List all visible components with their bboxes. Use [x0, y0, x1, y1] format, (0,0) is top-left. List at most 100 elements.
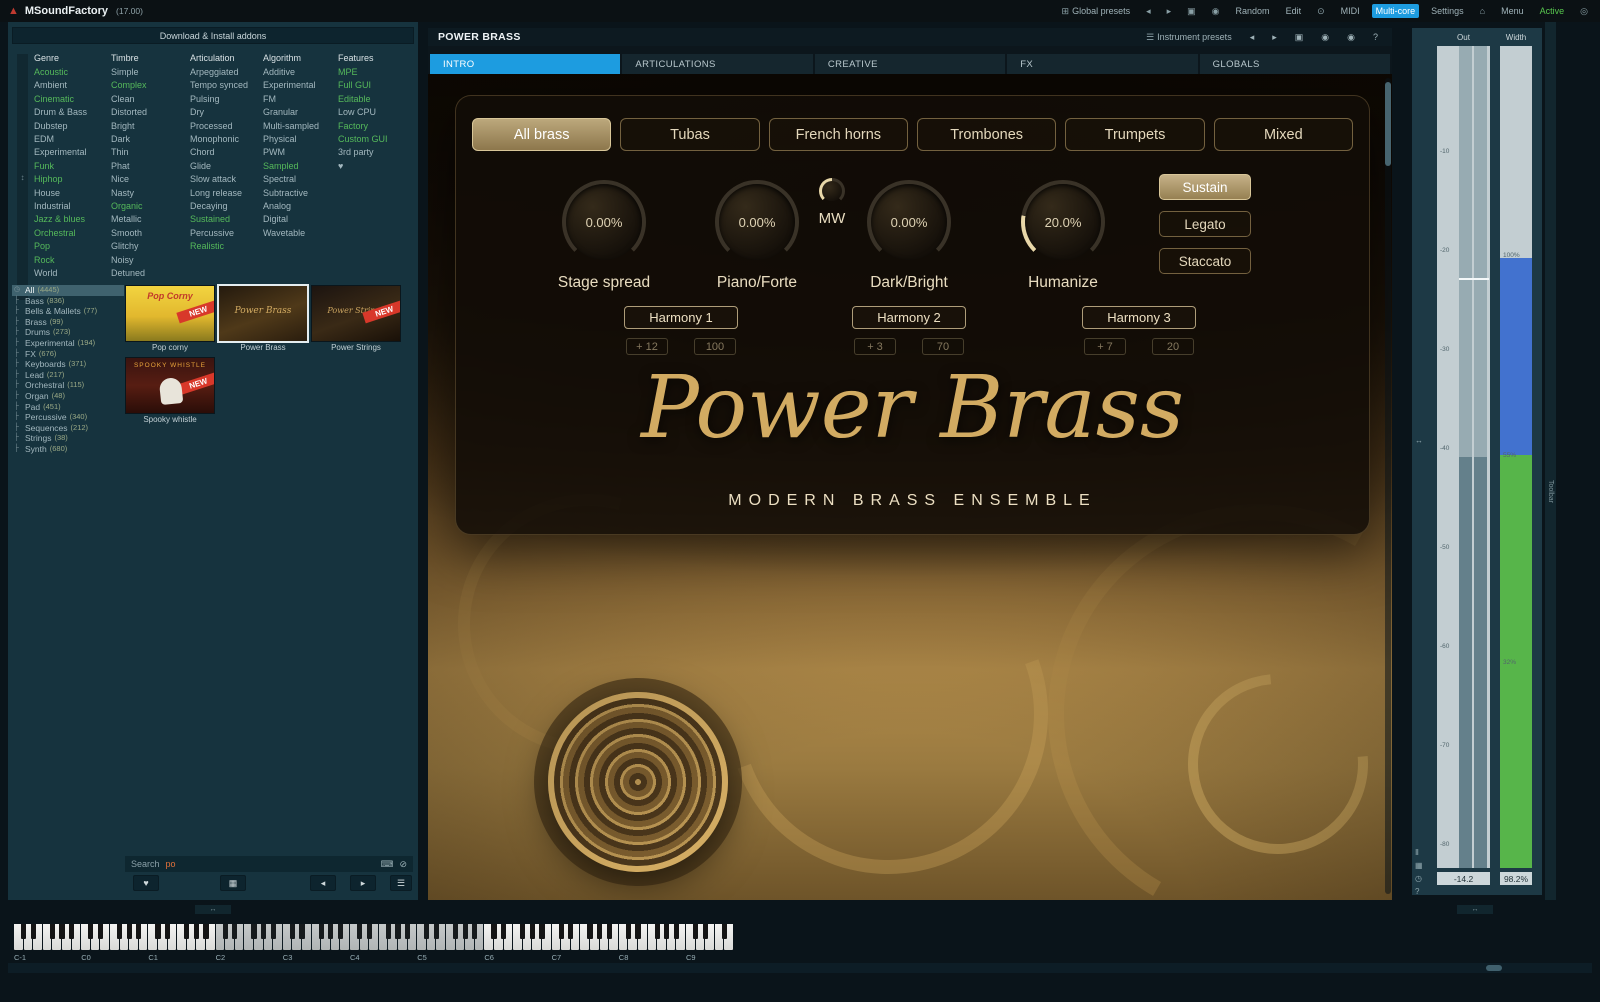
section-button-mixed[interactable]: Mixed [1214, 118, 1353, 151]
topbar-item-global-presets[interactable]: ⊞Global presets [1058, 4, 1135, 19]
black-key[interactable] [501, 924, 506, 939]
dot-icon[interactable]: ⊙ [1313, 4, 1329, 19]
articulation-button-sustain[interactable]: Sustain [1159, 174, 1251, 200]
filter-item[interactable]: Arpeggiated [190, 66, 263, 79]
tree-item-organ[interactable]: ├Organ(48) [12, 391, 124, 402]
filter-item[interactable]: Spectral [263, 173, 338, 186]
filter-item[interactable]: MPE [338, 66, 404, 79]
black-key[interactable] [664, 924, 669, 939]
filter-item[interactable]: Experimental [263, 79, 338, 92]
prev-arrow-icon[interactable]: ◂ [1246, 30, 1259, 45]
toolbar-strip[interactable]: Toolbar [1545, 22, 1556, 900]
knob-dial[interactable]: 20.0% [1021, 180, 1105, 264]
tree-item-pad[interactable]: ├Pad(451) [12, 402, 124, 413]
tree-item-sequences[interactable]: ├Sequences(212) [12, 423, 124, 434]
section-button-trumpets[interactable]: Trumpets [1065, 118, 1204, 151]
black-key[interactable] [568, 924, 573, 939]
filter-item[interactable]: House [34, 187, 111, 200]
filter-item[interactable]: Glide [190, 160, 263, 173]
filter-item[interactable]: Multi-sampled [263, 120, 338, 133]
next-preset-button[interactable]: ▸ [350, 875, 376, 891]
search-bar[interactable]: Search po ⌨ ⊘ [125, 856, 413, 872]
filter-item[interactable]: Orchestral [34, 227, 111, 240]
black-key[interactable] [203, 924, 208, 939]
section-button-tubas[interactable]: Tubas [620, 118, 759, 151]
black-key[interactable] [539, 924, 544, 939]
filter-item[interactable]: World [34, 267, 111, 280]
black-key[interactable] [587, 924, 592, 939]
tree-item-fx[interactable]: ├FX(676) [12, 349, 124, 360]
topbar-item-settings[interactable]: Settings [1427, 4, 1468, 18]
filter-item[interactable]: Tempo synced [190, 79, 263, 92]
filter-item[interactable]: Simple [111, 66, 190, 79]
black-key[interactable] [559, 924, 564, 939]
black-key[interactable] [530, 924, 535, 939]
filter-item[interactable]: Pop [34, 240, 111, 253]
filter-item[interactable]: Hiphop [34, 173, 111, 186]
filter-item[interactable]: Industrial [34, 200, 111, 213]
filter-item[interactable]: Chord [190, 146, 263, 159]
filter-item[interactable]: Experimental [34, 146, 111, 159]
topbar-item-multi-core[interactable]: Multi-core [1372, 4, 1420, 18]
filter-item[interactable]: Full GUI [338, 79, 404, 92]
topbar-item-edit[interactable]: Edit [1282, 4, 1306, 18]
tab-globals[interactable]: GLOBALS [1200, 54, 1390, 74]
topbar-item-random[interactable]: Random [1232, 4, 1274, 18]
filter-item[interactable]: Nice [111, 173, 190, 186]
black-key[interactable] [635, 924, 640, 939]
tab-intro[interactable]: INTRO [430, 54, 620, 74]
filter-item[interactable]: Sustained [190, 213, 263, 226]
black-key[interactable] [155, 924, 160, 939]
articulation-button-legato[interactable]: Legato [1159, 211, 1251, 237]
filter-item[interactable]: Dark [111, 133, 190, 146]
clock-icon[interactable]: ◷ [1415, 874, 1422, 883]
tab-fx[interactable]: FX [1007, 54, 1197, 74]
tree-item-drums[interactable]: ├Drums(273) [12, 327, 124, 338]
black-key[interactable] [722, 924, 727, 939]
filter-item[interactable]: Ambient [34, 79, 111, 92]
tree-item-all[interactable]: ◷All(4445) [12, 285, 124, 296]
black-key[interactable] [50, 924, 55, 939]
pause-icon[interactable]: Ⅱ [1415, 848, 1419, 857]
filter-item[interactable]: Distorted [111, 106, 190, 119]
filter-item[interactable]: Long release [190, 187, 263, 200]
tab-creative[interactable]: CREATIVE [815, 54, 1005, 74]
window-icon[interactable]: ▣ [1183, 4, 1200, 19]
keyboard-icon[interactable]: ⌨ [380, 859, 393, 870]
favorite-button[interactable]: ♥ [133, 875, 159, 891]
filter-item[interactable]: Glitchy [111, 240, 190, 253]
black-key[interactable] [69, 924, 74, 939]
filter-item[interactable]: Subtractive [263, 187, 338, 200]
filter-item[interactable]: Drum & Bass [34, 106, 111, 119]
filter-item[interactable]: Additive [263, 66, 338, 79]
filter-item[interactable]: Physical [263, 133, 338, 146]
black-key[interactable] [693, 924, 698, 939]
content-scrollbar-thumb[interactable] [1385, 82, 1391, 166]
black-key[interactable] [98, 924, 103, 939]
clear-search-icon[interactable]: ⊘ [399, 859, 407, 870]
filter-item[interactable]: Bright [111, 120, 190, 133]
black-key[interactable] [703, 924, 708, 939]
tree-item-experimental[interactable]: ├Experimental(194) [12, 338, 124, 349]
filter-item[interactable]: Complex [111, 79, 190, 92]
left-panel-resize-handle[interactable]: ↔ [195, 905, 231, 914]
record-icon[interactable]: ◉ [1208, 4, 1224, 19]
harmony-button[interactable]: Harmony 1 [624, 306, 738, 329]
grid-icon[interactable]: ▦ [1415, 861, 1423, 870]
tree-item-strings[interactable]: ├Strings(38) [12, 433, 124, 444]
filter-item[interactable]: Cinematic [34, 93, 111, 106]
filter-item[interactable]: Dry [190, 106, 263, 119]
black-key[interactable] [597, 924, 602, 939]
knob-dial[interactable]: 0.00% [867, 180, 951, 264]
filter-item[interactable]: Percussive [190, 227, 263, 240]
black-key[interactable] [88, 924, 93, 939]
black-key[interactable] [607, 924, 612, 939]
tree-item-percussive[interactable]: ├Percussive(340) [12, 412, 124, 423]
filter-item[interactable]: Editable [338, 93, 404, 106]
filter-item[interactable]: Organic [111, 200, 190, 213]
filter-item[interactable]: Clean [111, 93, 190, 106]
addon-thumbnail[interactable]: SPOOKY WHISTLENEWSpooky whistle [125, 357, 215, 426]
tree-item-orchestral[interactable]: ├Orchestral(115) [12, 380, 124, 391]
topbar-item-menu[interactable]: Menu [1497, 4, 1528, 18]
topbar-item-active[interactable]: Active [1536, 4, 1569, 18]
